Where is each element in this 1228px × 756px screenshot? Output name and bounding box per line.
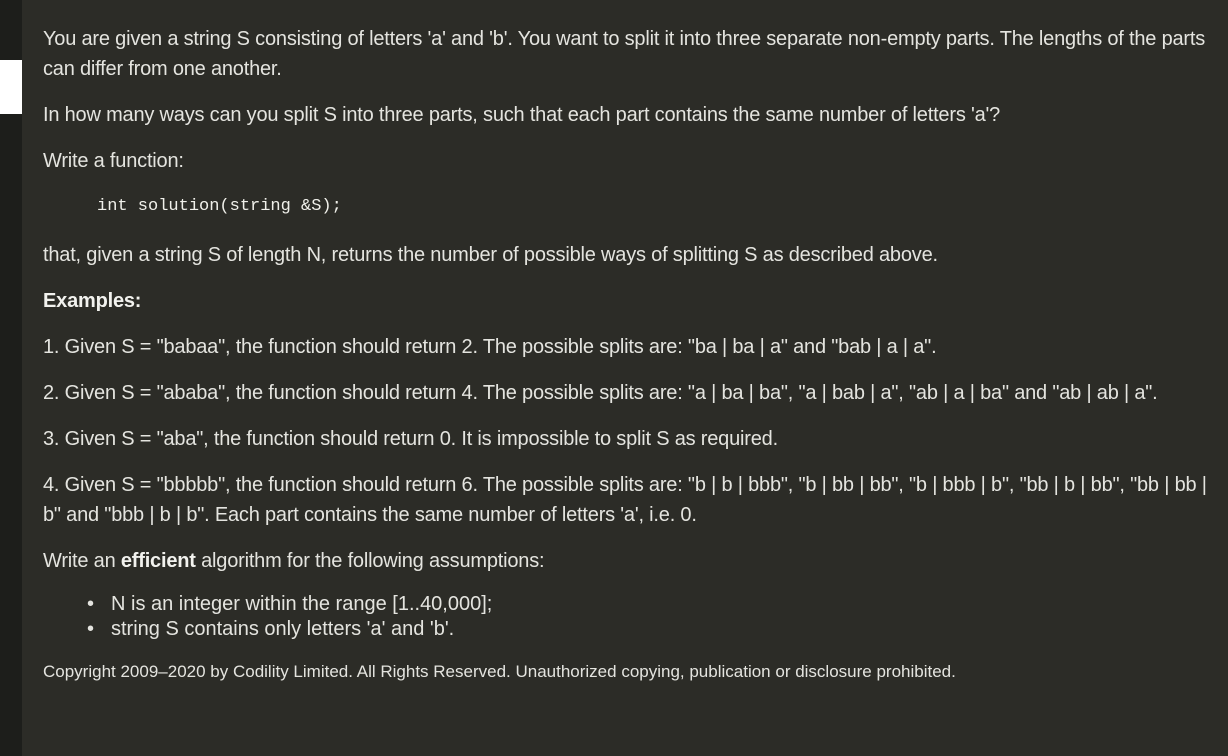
assumption-text: N is an integer within the range [1..40,… <box>111 593 493 615</box>
bullet-icon: • <box>87 618 95 640</box>
task-page: You are given a string S consisting of l… <box>0 0 1228 756</box>
task-returns: that, given a string S of length N, retu… <box>43 244 938 266</box>
write-function-label: Write a function: <box>43 150 184 172</box>
example-2: 2. Given S = "ababa", the function shoul… <box>43 382 1158 404</box>
example-1: 1. Given S = "babaa", the function shoul… <box>43 336 937 358</box>
task-description-panel[interactable]: You are given a string S consisting of l… <box>22 0 1228 756</box>
assumption-item: • string S contains only letters 'a' and … <box>87 617 1208 642</box>
example-3: 3. Given S = "aba", the function should … <box>43 428 778 450</box>
efficiency-bold: efficient <box>120 550 196 572</box>
assumption-text: string S contains only letters 'a' and '… <box>111 618 455 640</box>
examples-heading: Examples: <box>43 290 142 312</box>
task-intro: You are given a string S consisting of l… <box>43 28 1206 80</box>
copyright-notice: Copyright 2009–2020 by Codility Limited.… <box>43 662 956 681</box>
assumptions-list: • N is an integer within the range [1..40… <box>43 592 1208 642</box>
assumption-item: • N is an integer within the range [1..40… <box>87 592 1208 617</box>
bullet-icon: • <box>87 593 95 615</box>
task-question: In how many ways can you split S into th… <box>43 104 1001 126</box>
efficiency-pre: Write an <box>43 550 121 572</box>
left-panel-tab[interactable] <box>0 60 22 114</box>
example-4: 4. Given S = "bbbbb", the function shoul… <box>43 474 1207 526</box>
efficiency-line: Write an efficient algorithm for the fol… <box>43 546 1208 576</box>
function-signature: int solution(string &S); <box>97 197 342 216</box>
efficiency-post: algorithm for the following assumptions: <box>195 550 545 572</box>
